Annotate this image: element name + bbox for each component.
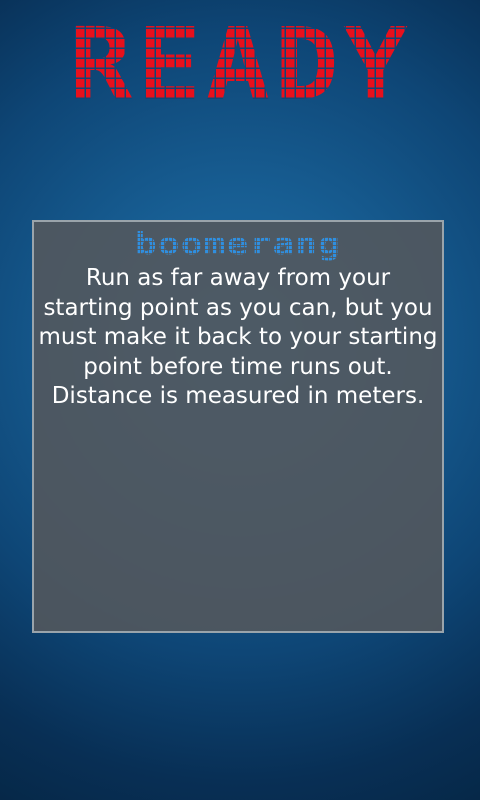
ready-headline-graphic: READY — [68, 6, 408, 123]
game-mode-title: boomerang — [34, 226, 442, 262]
game-mode-description: Run as far away from your starting point… — [38, 265, 438, 409]
game-mode-panel: boomerang Run as far away from your star… — [32, 220, 444, 633]
game-mode-title-graphic: boomerang — [135, 227, 341, 262]
ready-headline-text: READY — [68, 6, 412, 123]
game-mode-title-text: boomerang — [135, 227, 341, 262]
ready-headline: READY — [0, 6, 480, 123]
ready-screen: READY boomerang Run as far away from you… — [0, 0, 480, 800]
